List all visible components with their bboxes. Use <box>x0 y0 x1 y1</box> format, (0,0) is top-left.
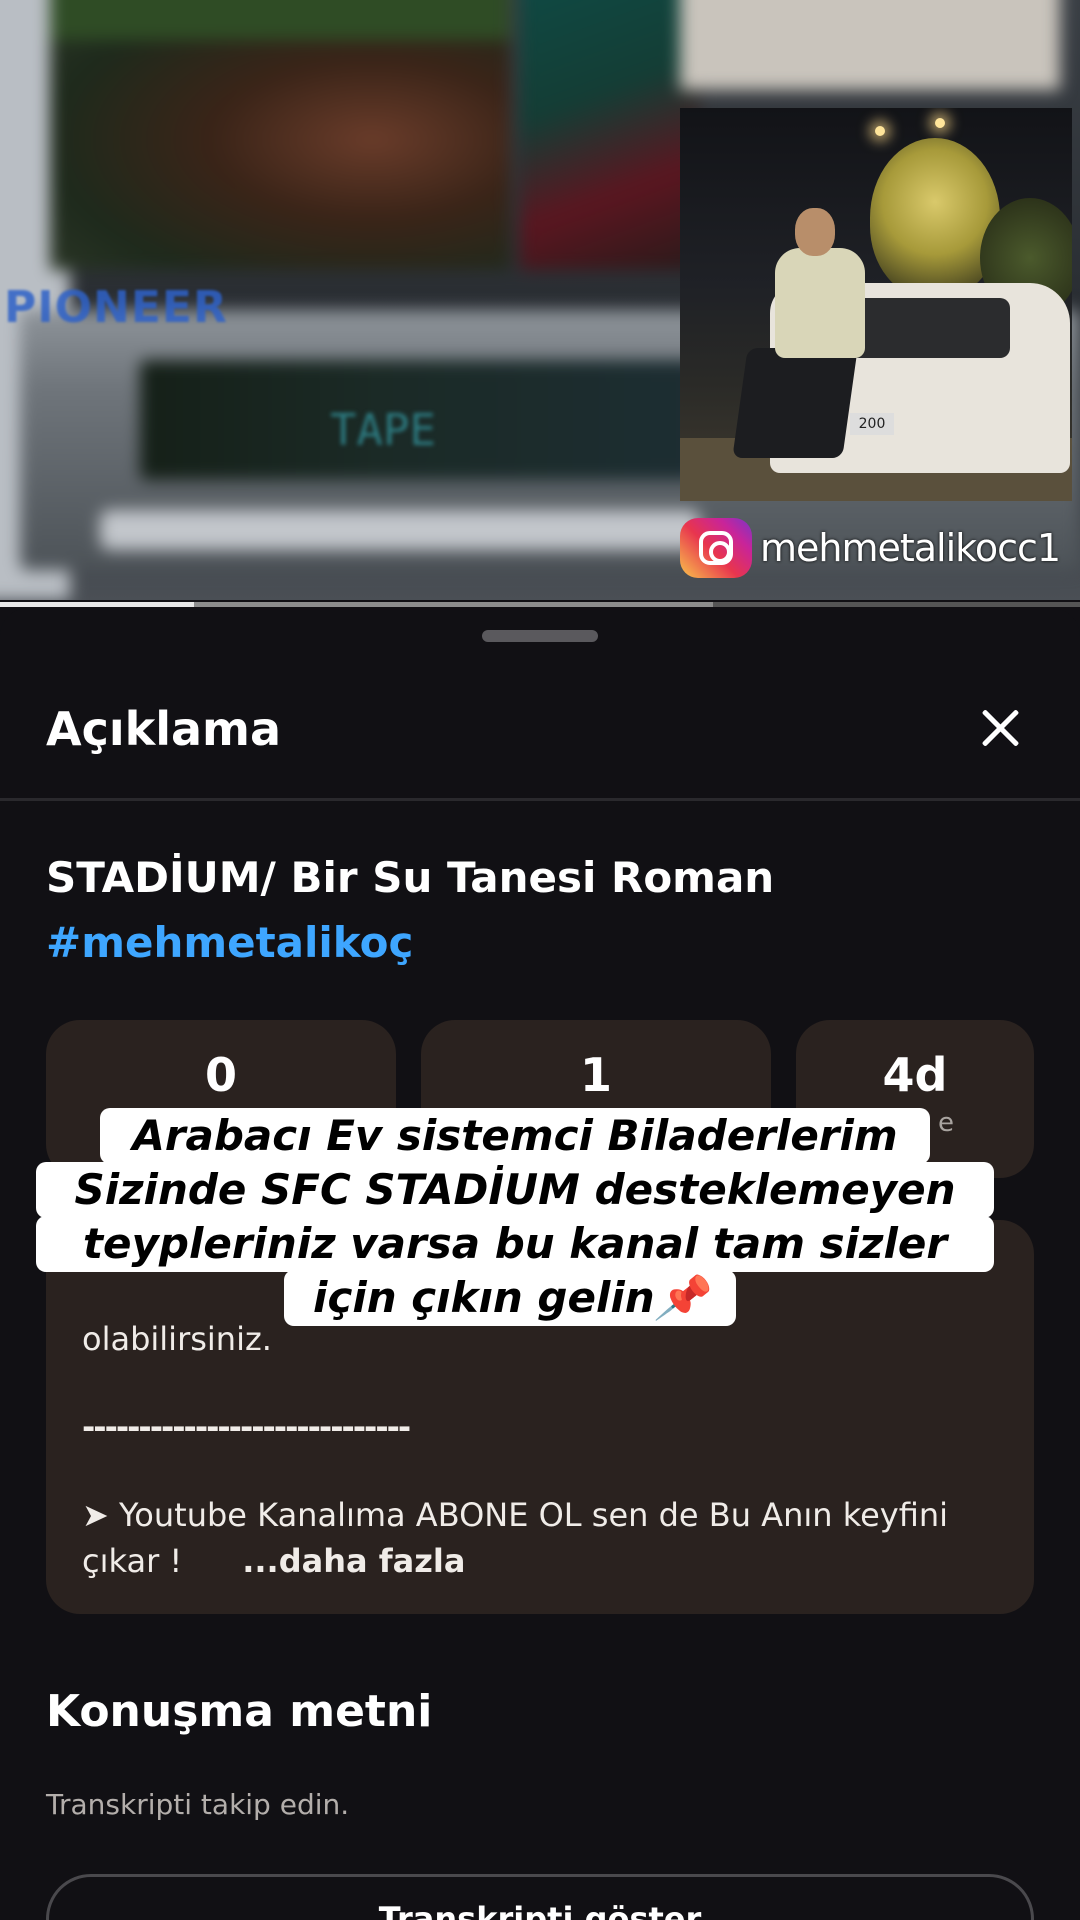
stat-value: 1 <box>579 1048 612 1102</box>
caption-line: Arabacı Ev sistemci Biladerlerim <box>100 1108 930 1164</box>
transcript-heading: Konuşma metni <box>46 1686 433 1737</box>
video-title: STADİUM/ Bir Su Tanesi Roman <box>46 853 775 902</box>
stat-value: 0 <box>204 1048 237 1102</box>
overlay-photo: 200 <box>680 108 1072 501</box>
show-transcript-button[interactable]: Transkripti göster <box>46 1874 1034 1920</box>
tape-display-text: TAPE <box>330 405 436 456</box>
hashtag-link[interactable]: #mehmetalikoç <box>46 918 413 967</box>
description-text: ➤ Youtube Kanalıma ABONE OL sen de Bu An… <box>82 1492 1012 1584</box>
caption-line: için çıkın gelin📌 <box>284 1270 736 1326</box>
description-youtube-line: ➤ Youtube Kanalıma ABONE OL sen de Bu An… <box>82 1496 949 1580</box>
caption-overlay: Arabacı Ev sistemci Biladerlerim Sizinde… <box>0 500 1080 1326</box>
pioneer-logo-text: PIONEER <box>4 282 228 333</box>
transcript-subtitle: Transkripti takip edin. <box>46 1788 350 1821</box>
description-separator: ----------------------------- <box>82 1408 411 1446</box>
divider <box>0 798 1080 801</box>
description-text: olabilirsiniz. <box>82 1320 272 1358</box>
license-plate: 200 <box>850 413 894 435</box>
stat-value: 4d <box>882 1048 948 1102</box>
caption-line: teypleriniz varsa bu kanal tam sizler <box>36 1216 994 1272</box>
show-more-link[interactable]: ...daha fazla <box>242 1542 465 1580</box>
caption-line: Sizinde SFC STADİUM desteklemeyen <box>36 1162 994 1218</box>
